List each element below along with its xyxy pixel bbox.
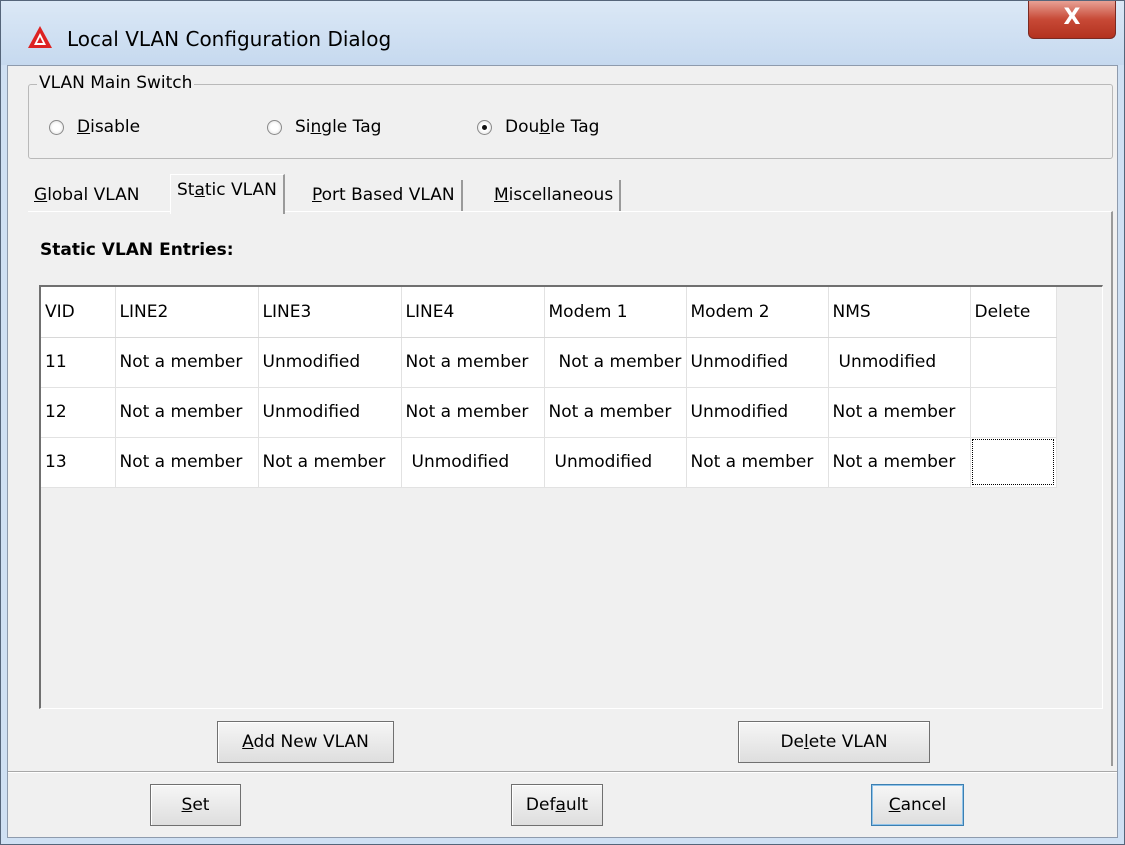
table-header-row: VID LINE2 LINE3 LINE4 Modem 1 Modem 2 NM… xyxy=(41,287,1057,338)
cell-vid[interactable]: 12 xyxy=(41,387,116,438)
app-logo-icon xyxy=(28,26,52,48)
title-bar[interactable]: Local VLAN Configuration Dialog X xyxy=(1,1,1124,65)
static-vlan-table-frame[interactable]: VID LINE2 LINE3 LINE4 Modem 1 Modem 2 NM… xyxy=(39,285,1103,709)
radio-button-selected-icon[interactable] xyxy=(477,119,492,135)
tab-port-based-vlan[interactable]: Port Based VLAN xyxy=(306,180,463,212)
cell-line4[interactable]: Unmodified xyxy=(401,437,545,488)
column-header-line2[interactable]: LINE2 xyxy=(115,287,259,338)
tab-global-vlan[interactable]: Global VLAN xyxy=(28,180,145,212)
cell-line4[interactable]: Not a member xyxy=(401,337,545,388)
close-button[interactable]: X xyxy=(1028,1,1116,39)
dialog-window: Local VLAN Configuration Dialog X VLAN M… xyxy=(0,0,1125,845)
section-title: Static VLAN Entries: xyxy=(40,240,234,260)
static-vlan-table[interactable]: VID LINE2 LINE3 LINE4 Modem 1 Modem 2 NM… xyxy=(41,287,1057,488)
cell-delete[interactable] xyxy=(970,337,1057,388)
radio-button-icon[interactable] xyxy=(267,119,282,135)
radio-single-tag[interactable]: Single Tag xyxy=(267,117,381,137)
vlan-main-switch-group: VLAN Main Switch Disable Single Tag Doub… xyxy=(28,73,1113,159)
cell-delete[interactable] xyxy=(970,387,1057,438)
cell-line3[interactable]: Unmodified xyxy=(258,387,402,438)
cancel-button[interactable]: Cancel xyxy=(871,784,964,826)
radio-disable[interactable]: Disable xyxy=(49,117,140,137)
cell-line2[interactable]: Not a member xyxy=(115,337,259,388)
cell-modem1[interactable]: Not a member xyxy=(544,387,687,438)
table-row[interactable]: 11 Not a member Unmodified Not a member … xyxy=(41,337,1057,388)
close-icon: X xyxy=(1063,5,1081,30)
table-row[interactable]: 12 Not a member Unmodified Not a member … xyxy=(41,387,1057,438)
cell-modem1[interactable]: Unmodified xyxy=(544,437,687,488)
add-new-vlan-button[interactable]: Add New VLAN xyxy=(217,721,394,763)
column-header-line3[interactable]: LINE3 xyxy=(258,287,402,338)
dialog-button-bar: Set Default Cancel xyxy=(8,771,1117,837)
cell-delete[interactable] xyxy=(970,437,1057,488)
cell-nms[interactable]: Unmodified xyxy=(828,337,971,388)
group-legend: VLAN Main Switch xyxy=(37,73,195,93)
cell-modem2[interactable]: Unmodified xyxy=(686,387,829,438)
column-header-modem2[interactable]: Modem 2 xyxy=(686,287,829,338)
cell-line4[interactable]: Not a member xyxy=(401,387,545,438)
table-row[interactable]: 13 Not a member Not a member Unmodified … xyxy=(41,437,1057,488)
radio-label-double-tag: Double Tag xyxy=(505,117,600,137)
cell-vid[interactable]: 11 xyxy=(41,337,116,388)
delete-vlan-button[interactable]: Delete VLAN xyxy=(738,721,930,763)
set-button[interactable]: Set xyxy=(150,784,241,826)
cell-vid[interactable]: 13 xyxy=(41,437,116,488)
radio-double-tag[interactable]: Double Tag xyxy=(477,117,599,137)
cell-modem1[interactable]: Not a member xyxy=(544,337,687,388)
column-header-vid[interactable]: VID xyxy=(41,287,116,338)
radio-label-single-tag: Single Tag xyxy=(295,117,382,137)
radio-label-disable: Disable xyxy=(77,117,141,137)
cell-nms[interactable]: Not a member xyxy=(828,437,971,488)
cell-modem2[interactable]: Unmodified xyxy=(686,337,829,388)
static-vlan-panel: Static VLAN Entries: VID LINE2 LINE3 LIN… xyxy=(28,211,1113,766)
column-header-modem1[interactable]: Modem 1 xyxy=(544,287,687,338)
column-header-line4[interactable]: LINE4 xyxy=(401,287,545,338)
tab-strip: Global VLAN Static VLAN Port Based VLAN … xyxy=(28,174,1118,214)
column-header-delete[interactable]: Delete xyxy=(970,287,1057,338)
cell-modem2[interactable]: Not a member xyxy=(686,437,829,488)
cell-line2[interactable]: Not a member xyxy=(115,437,259,488)
cell-line3[interactable]: Unmodified xyxy=(258,337,402,388)
cell-line2[interactable]: Not a member xyxy=(115,387,259,438)
column-header-nms[interactable]: NMS xyxy=(828,287,971,338)
tab-miscellaneous[interactable]: Miscellaneous xyxy=(488,180,622,212)
window-title: Local VLAN Configuration Dialog xyxy=(67,27,392,51)
default-button[interactable]: Default xyxy=(511,784,603,826)
tab-static-vlan[interactable]: Static VLAN xyxy=(170,174,285,214)
dialog-client-area: VLAN Main Switch Disable Single Tag Doub… xyxy=(7,65,1118,838)
cell-nms[interactable]: Not a member xyxy=(828,387,971,438)
radio-button-icon[interactable] xyxy=(49,119,64,135)
cell-line3[interactable]: Not a member xyxy=(258,437,402,488)
